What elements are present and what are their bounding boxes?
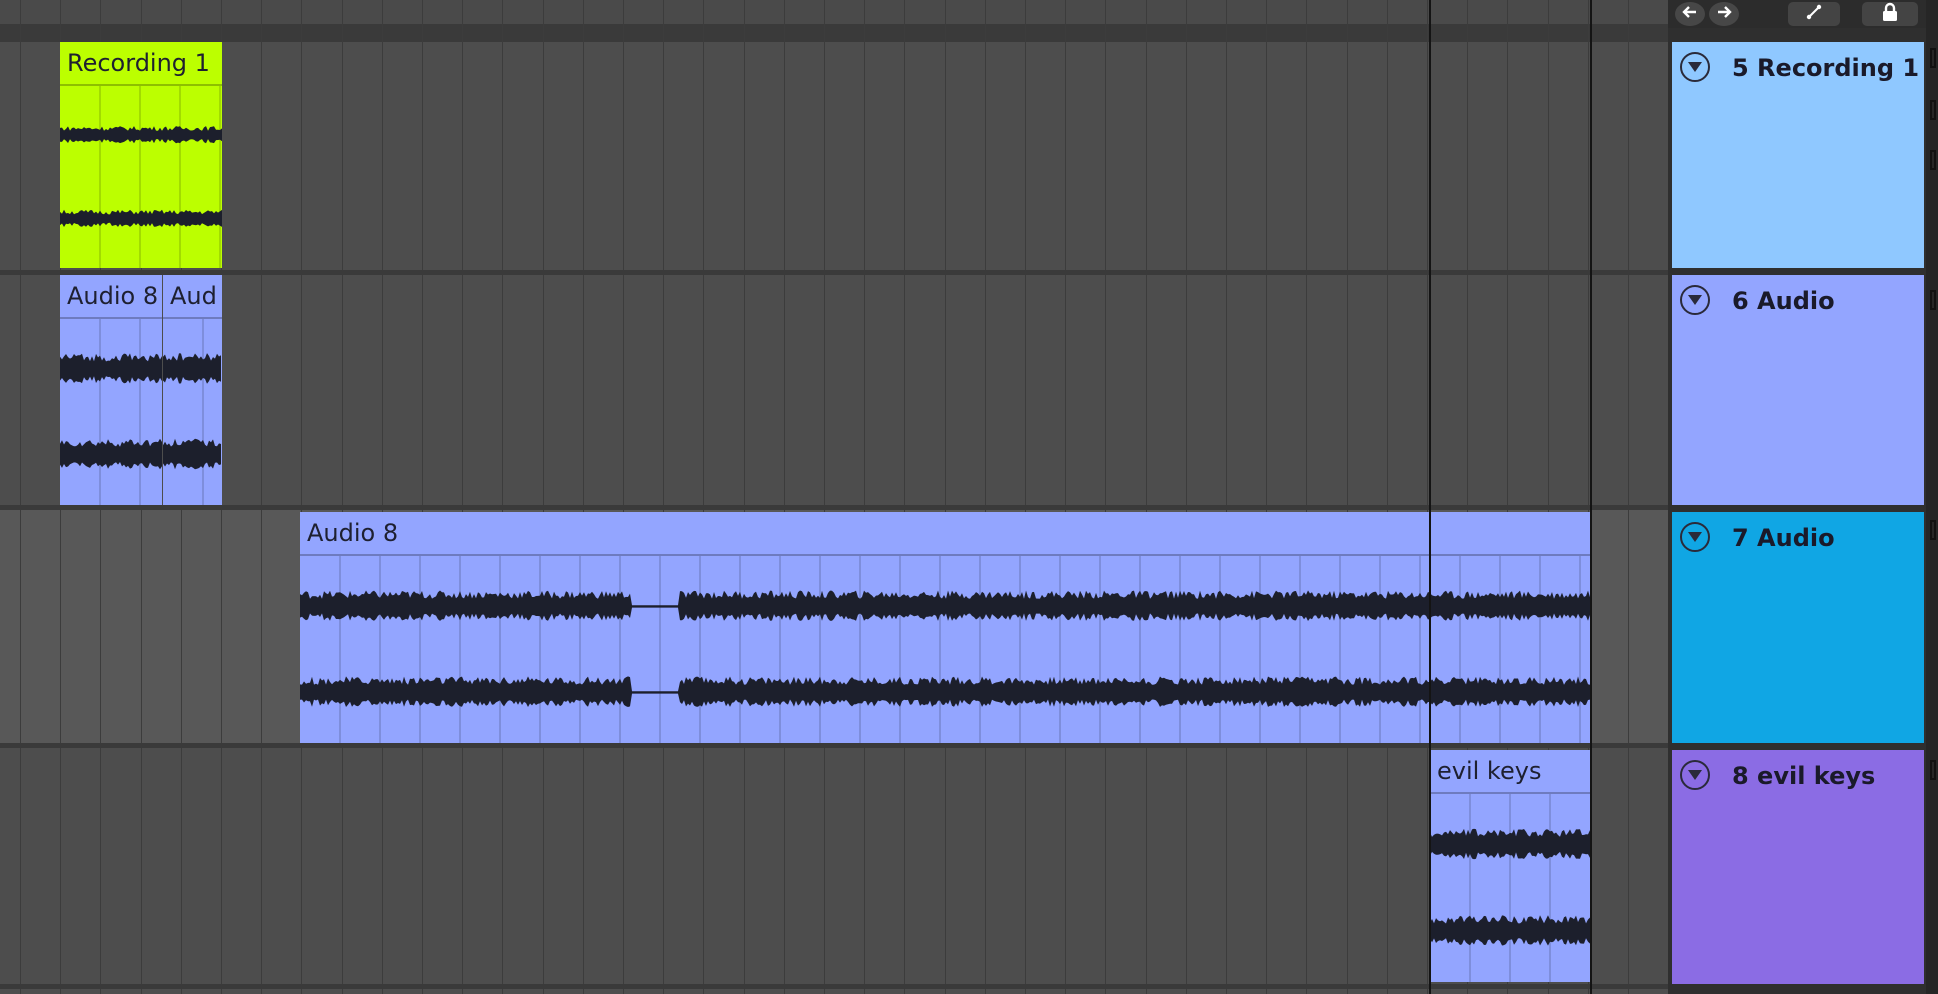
waveform [60, 319, 162, 505]
grid-line [703, 0, 704, 994]
audio-clip[interactable]: Audio 8 [300, 512, 1590, 743]
grid-line [1065, 0, 1066, 994]
grid-line [985, 0, 986, 994]
clip-name: Audio 8 [60, 275, 162, 319]
grid-line [744, 0, 745, 994]
chevron-down-icon [1688, 532, 1702, 542]
grid-line [945, 0, 946, 994]
lock-button[interactable] [1862, 2, 1918, 26]
grid-line [784, 0, 785, 994]
grid-line [462, 0, 463, 994]
grid-line [1105, 0, 1106, 994]
waveform [300, 556, 1590, 743]
grid-line [864, 0, 865, 994]
track-lane-5[interactable] [0, 42, 1668, 270]
track-divider[interactable] [0, 743, 1668, 748]
arrow-right-icon [1716, 4, 1732, 24]
mixer-section-marker [1930, 760, 1936, 780]
grid-line [422, 0, 423, 994]
track-lane-8[interactable] [0, 748, 1668, 984]
mixer-section-marker [1930, 100, 1936, 120]
grid-line [1146, 0, 1147, 994]
grid-line [301, 0, 302, 994]
fold-button[interactable] [1680, 760, 1710, 790]
chevron-down-icon [1688, 62, 1702, 72]
clip-name: Aud [163, 275, 222, 319]
loop-start-marker[interactable] [1429, 0, 1431, 994]
mixer-section-marker [1930, 48, 1936, 68]
waveform-graphic [300, 556, 1590, 743]
grid-line [1306, 0, 1307, 994]
grid-line [1387, 0, 1388, 994]
grid-line [1347, 0, 1348, 994]
automation-button[interactable] [1788, 2, 1840, 26]
track-divider[interactable] [0, 505, 1668, 510]
waveform [60, 86, 222, 268]
chevron-down-icon [1688, 770, 1702, 780]
track-name[interactable]: 6 Audio [1732, 287, 1835, 315]
track-lane-6[interactable] [0, 275, 1668, 505]
track-header-7[interactable]: 7 Audio [1672, 512, 1924, 743]
fold-button[interactable] [1680, 52, 1710, 82]
audio-clip[interactable]: Aud [163, 275, 222, 505]
mixer-section-marker [1930, 290, 1936, 310]
mixer-section-marker [1930, 150, 1936, 170]
grid-line [583, 0, 584, 994]
grid-line [20, 0, 21, 994]
lock-icon [1881, 2, 1899, 26]
grid-line [342, 0, 343, 994]
grid-line [1427, 0, 1428, 994]
track-header-6[interactable]: 6 Audio [1672, 275, 1924, 505]
clip-name: Audio 8 [300, 512, 1590, 556]
fold-button[interactable] [1680, 285, 1710, 315]
waveform-graphic [60, 86, 222, 268]
clip-name: evil keys [1430, 750, 1590, 794]
mixer-section-marker [1930, 520, 1936, 540]
audio-clip[interactable]: Recording 1 [60, 42, 222, 268]
waveform-graphic [1430, 794, 1590, 982]
waveform-graphic [60, 319, 162, 505]
audio-clip[interactable]: evil keys [1430, 750, 1590, 982]
grid-line [824, 0, 825, 994]
waveform-graphic [163, 319, 221, 505]
waveform [163, 319, 222, 505]
back-button[interactable] [1675, 2, 1705, 26]
track-name[interactable]: 5 Recording 1 [1732, 54, 1919, 82]
track-divider[interactable] [0, 984, 1668, 989]
grid-line [623, 0, 624, 994]
grid-line [1266, 0, 1267, 994]
chevron-down-icon [1688, 295, 1702, 305]
grid-line [1226, 0, 1227, 994]
loop-end-marker[interactable] [1590, 0, 1592, 994]
waveform [1430, 794, 1590, 982]
fold-button[interactable] [1680, 522, 1710, 552]
grid-line [904, 0, 905, 994]
automation-curve-icon [1805, 3, 1823, 25]
track-header-8[interactable]: 8 evil keys [1672, 750, 1924, 984]
grid-line [1186, 0, 1187, 994]
grid-line [1025, 0, 1026, 994]
arrangement-view[interactable]: Recording 1 Audio 8 Aud Audio 8 evil key… [0, 0, 1668, 994]
grid-line [1628, 0, 1629, 994]
track-name[interactable]: 8 evil keys [1732, 762, 1875, 790]
grid-line [382, 0, 383, 994]
grid-line [663, 0, 664, 994]
track-name[interactable]: 7 Audio [1732, 524, 1835, 552]
arrow-left-icon [1682, 4, 1698, 24]
clip-name: Recording 1 [60, 42, 222, 86]
arrangement-toolbar [1668, 0, 1938, 28]
forward-button[interactable] [1709, 2, 1739, 26]
audio-clip[interactable]: Audio 8 [60, 275, 162, 505]
scrub-area[interactable] [0, 24, 1668, 42]
beat-ruler[interactable] [0, 0, 1668, 24]
track-header-5[interactable]: 5 Recording 1 [1672, 42, 1924, 268]
grid-line [261, 0, 262, 994]
grid-line [543, 0, 544, 994]
grid-line [502, 0, 503, 994]
track-divider[interactable] [0, 270, 1668, 275]
